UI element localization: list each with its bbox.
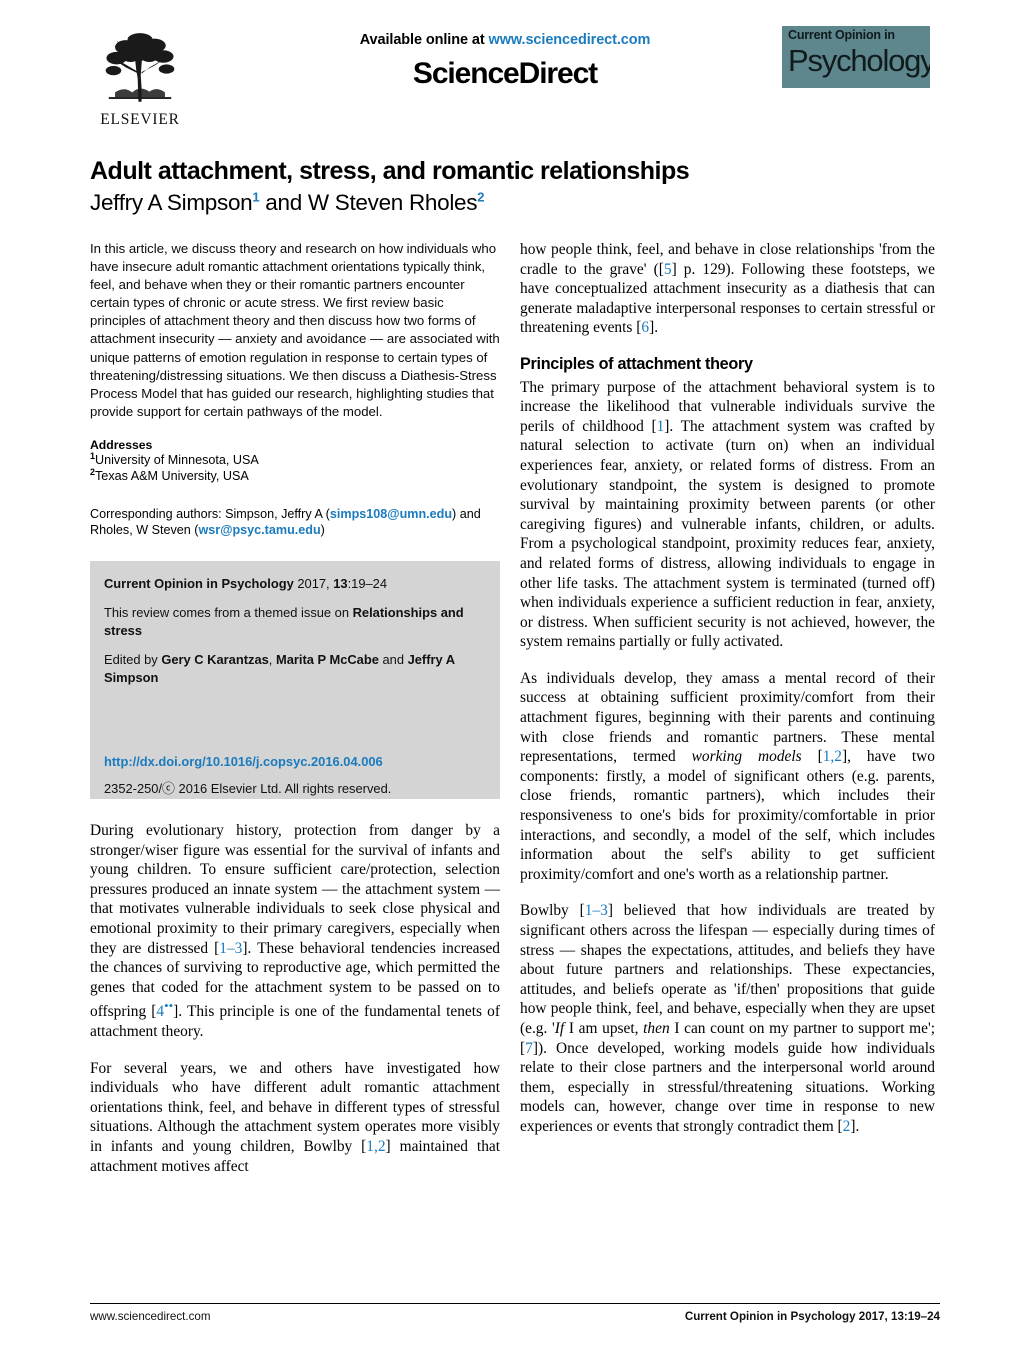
- email-link-rholes[interactable]: wsr@psyc.tamu.edu: [199, 523, 321, 537]
- page-footer: www.sciencedirect.com Current Opinion in…: [90, 1303, 940, 1323]
- journal-logo-line1: Current Opinion in: [788, 28, 895, 42]
- sciencedirect-link[interactable]: www.sciencedirect.com: [489, 32, 651, 48]
- page-header: ELSEVIER Available online at www.science…: [90, 26, 940, 134]
- footer-divider: [90, 1303, 940, 1304]
- paragraph: how people think, feel, and behave in cl…: [520, 240, 935, 338]
- citation-line: Current Opinion in Psychology 2017, 13:1…: [104, 575, 486, 593]
- right-column: how people think, feel, and behave in cl…: [520, 240, 935, 1137]
- citation-journal-name: Current Opinion in Psychology: [104, 575, 294, 591]
- edited-by-label: Edited by: [104, 651, 162, 667]
- paragraph-part: ].: [850, 1117, 860, 1135]
- paragraph: Bowlby [1–3] believed that how individua…: [520, 901, 935, 1136]
- paragraph-part: I am upset,: [564, 1019, 644, 1037]
- citation-pages: :19–24: [347, 575, 387, 591]
- citation-box: Current Opinion in Psychology 2017, 13:1…: [90, 560, 500, 799]
- editor-sep-1: ,: [268, 651, 276, 667]
- journal-logo-line2: Psychology: [788, 43, 930, 78]
- author-list: Jeffry A Simpson1 and W Steven Rholes2: [90, 189, 930, 217]
- paragraph-part: ]. The attachment system was crafted by …: [520, 417, 935, 651]
- editors-line: Edited by Gery C Karantzas, Marita P McC…: [104, 651, 486, 687]
- elsevier-logo: ELSEVIER: [90, 28, 190, 129]
- paragraph: The primary purpose of the attachment be…: [520, 378, 935, 652]
- email-link-simpson[interactable]: simps108@umn.edu: [330, 507, 452, 521]
- term-then: then: [643, 1019, 670, 1037]
- author-2: W Steven Rholes: [307, 190, 478, 215]
- footer-sciencedirect-url[interactable]: www.sciencedirect.com: [90, 1310, 210, 1323]
- elsevier-tree-icon: [105, 33, 175, 102]
- themed-issue-line: This review comes from a themed issue on…: [104, 604, 486, 640]
- paragraph-part: [: [801, 748, 823, 766]
- citation-ref[interactable]: 7: [525, 1040, 533, 1057]
- editor-2: Marita P McCabe: [275, 651, 379, 667]
- left-body-text: During evolutionary history, protection …: [90, 821, 500, 1176]
- editor-1: Gery C Karantzas: [161, 651, 269, 667]
- copyright-line: 2352-250/ⓒ 2016 Elsevier Ltd. All rights…: [104, 780, 392, 796]
- address-item: 1University of Minnesota, USA: [90, 451, 500, 468]
- journal-logo: Current Opinion in Psychology: [782, 26, 930, 88]
- section-heading-principles: Principles of attachment theory: [520, 354, 753, 373]
- corresponding-authors: Corresponding authors: Simpson, Jeffry A…: [90, 506, 500, 539]
- term-working-models: working models: [691, 748, 802, 766]
- paragraph: As individuals develop, they amass a men…: [520, 669, 935, 885]
- paragraph-part: ], have two components: firstly, a model…: [520, 748, 935, 883]
- sciencedirect-wordmark: ScienceDirect: [412, 57, 598, 90]
- paragraph: For several years, we and others have in…: [90, 1059, 500, 1177]
- paragraph-part: ] believed that how individuals are trea…: [520, 902, 935, 1037]
- doi-link[interactable]: http://dx.doi.org/10.1016/j.copsyc.2016.…: [104, 754, 486, 769]
- paragraph-part: Bowlby [: [520, 902, 585, 920]
- address-text-2: Texas A&M University, USA: [95, 468, 249, 483]
- available-online-line: Available online at www.sciencedirect.co…: [290, 32, 720, 48]
- paragraph: During evolutionary history, protection …: [90, 821, 500, 1042]
- author-conjunction: and: [259, 190, 308, 215]
- citation-ref[interactable]: 4: [156, 1003, 164, 1020]
- page-title: Adult attachment, stress, and romantic r…: [90, 157, 690, 185]
- citation-ref[interactable]: 1–3: [219, 940, 242, 957]
- citation-ref-stars: ••: [164, 999, 174, 1014]
- addresses-heading: Addresses: [90, 437, 153, 452]
- paragraph-part: During evolutionary history, protection …: [90, 821, 500, 957]
- address-text-1: University of Minnesota, USA: [95, 452, 259, 467]
- available-online-label: Available online at: [359, 32, 485, 48]
- citation-year: 2017,: [293, 575, 334, 591]
- citation-ref[interactable]: 1–3: [585, 902, 608, 919]
- address-item: 2Texas A&M University, USA: [90, 467, 500, 484]
- citation-ref[interactable]: 1,2: [366, 1138, 385, 1155]
- footer-row: www.sciencedirect.com Current Opinion in…: [90, 1310, 940, 1323]
- sciencedirect-block: Available online at www.sciencedirect.co…: [290, 32, 720, 91]
- left-column: In this article, we discuss theory and r…: [90, 240, 500, 1176]
- title-block: Adult attachment, stress, and romantic r…: [90, 156, 930, 217]
- corresponding-suffix: ): [320, 523, 325, 538]
- article-page: ELSEVIER Available online at www.science…: [0, 26, 1020, 1349]
- editor-sep-2: and: [378, 651, 408, 667]
- footer-citation: Current Opinion in Psychology 2017, 13:1…: [684, 1310, 940, 1323]
- author-2-affiliation-marker[interactable]: 2: [477, 190, 484, 205]
- themed-issue-prefix: This review comes from a themed issue on: [104, 604, 353, 620]
- author-1: Jeffry A Simpson: [90, 190, 253, 215]
- corresponding-prefix: Corresponding authors: Simpson, Jeffry A…: [90, 506, 330, 521]
- citation-ref[interactable]: 6: [641, 319, 649, 336]
- right-body-text: how people think, feel, and behave in cl…: [520, 240, 935, 1137]
- citation-ref[interactable]: 1,2: [823, 748, 842, 765]
- term-if: If: [554, 1019, 565, 1037]
- citation-ref[interactable]: 5: [664, 261, 672, 278]
- paragraph-part: ]). Once developed, working models guide…: [520, 1039, 935, 1135]
- paragraph-part: ].: [649, 319, 659, 337]
- abstract-text: In this article, we discuss theory and r…: [90, 241, 500, 419]
- elsevier-wordmark: ELSEVIER: [100, 111, 180, 128]
- citation-volume: 13: [333, 575, 348, 591]
